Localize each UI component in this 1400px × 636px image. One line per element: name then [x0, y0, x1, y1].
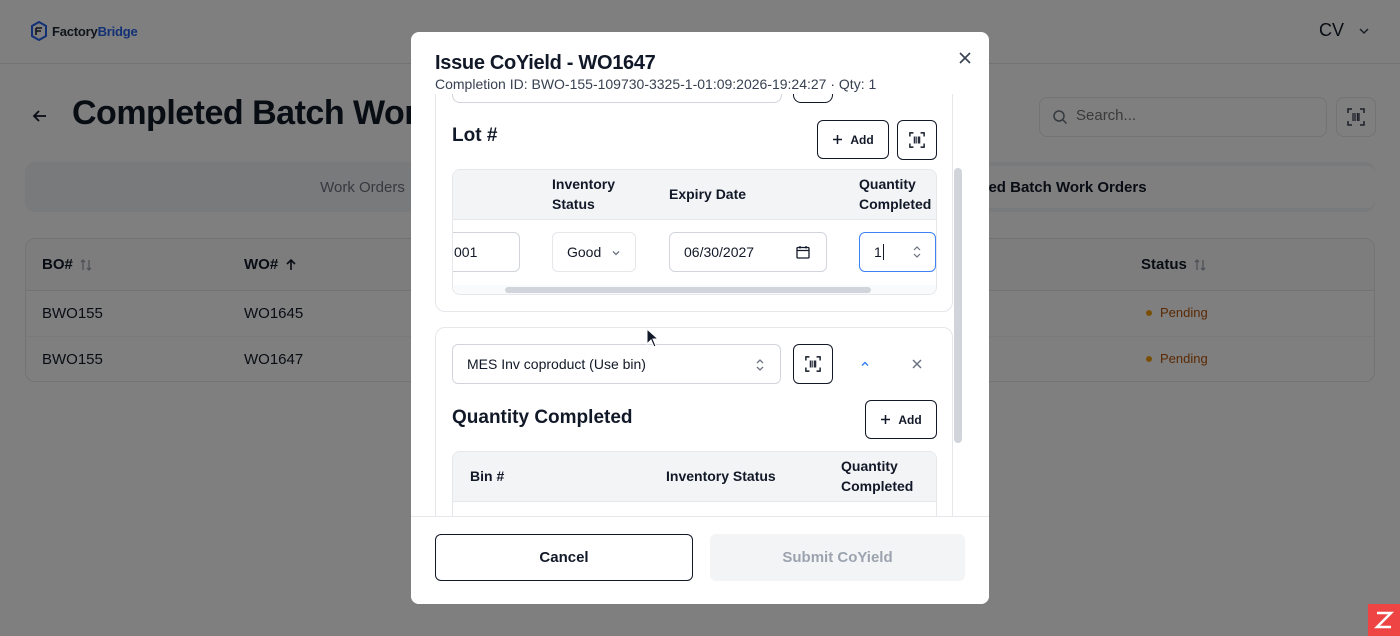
submit-coyield-button[interactable]: Submit CoYield	[710, 534, 965, 581]
brand-icon	[1374, 611, 1394, 629]
barcode-scan-button[interactable]	[793, 94, 833, 103]
move-up-button[interactable]	[855, 354, 875, 374]
coyield-item-card: Lot # Add Inventory Status Expiry Date Qu…	[435, 94, 953, 312]
lot-table: Inventory Status Expiry Date Quantity Comp…	[452, 169, 937, 295]
add-lot-button[interactable]: Add	[817, 120, 889, 159]
coproduct-select[interactable]: MES Inv coproduct (Use bin)	[452, 344, 781, 384]
lot-section-title: Lot #	[452, 125, 498, 146]
header-quantity-completed: Quantity Completed	[859, 176, 932, 212]
quantity-completed-title: Quantity Completed	[452, 407, 633, 428]
header-quantity-completed: Quantity Completed	[841, 458, 914, 494]
text-cursor	[882, 244, 884, 260]
barcode-scan-icon	[909, 132, 925, 148]
dialog-title: Issue CoYield - WO1647	[435, 52, 656, 74]
header-bin: Bin #	[470, 468, 505, 484]
coproduct-barcode-scan-button[interactable]	[793, 344, 833, 384]
corner-badge[interactable]	[1368, 604, 1400, 636]
mouse-cursor-icon	[646, 328, 660, 348]
dialog-subtitle: Completion ID: BWO-155-109730-3325-1-01:…	[435, 76, 877, 92]
chevron-down-icon	[612, 251, 620, 256]
vertical-scrollbar-thumb[interactable]	[954, 168, 962, 443]
dialog-footer: Cancel Submit CoYield	[411, 516, 989, 604]
close-icon	[912, 359, 922, 369]
chevron-up-down-icon	[756, 359, 764, 371]
bin-table: Bin # Inventory Status Quantity Completed	[452, 451, 937, 516]
calendar-icon	[796, 246, 810, 259]
coyield-item-card: MES Inv coproduct (Use bin) Quantity Com…	[435, 327, 953, 516]
lot-number-input[interactable]: 001	[453, 232, 520, 272]
plus-icon	[833, 135, 843, 144]
lot-row: 001 Good 06/30/2027 1	[453, 220, 936, 286]
close-icon	[959, 52, 971, 64]
remove-item-button[interactable]	[907, 354, 927, 374]
chevron-up-icon	[861, 361, 869, 367]
plus-icon	[881, 415, 891, 424]
add-bin-button[interactable]: Add	[865, 400, 937, 439]
lot-barcode-scan-button[interactable]	[897, 120, 937, 160]
header-inventory-status: Inventory Status	[552, 176, 616, 212]
item-select-field[interactable]	[452, 94, 782, 103]
header-inventory-status: Inventory Status	[666, 468, 776, 484]
bin-table-header: Bin # Inventory Status Quantity Completed	[453, 452, 936, 502]
close-button[interactable]	[955, 48, 975, 68]
lot-table-header: Inventory Status Expiry Date Quantity Comp…	[453, 170, 936, 220]
header-expiry-date: Expiry Date	[669, 186, 747, 202]
cancel-button[interactable]: Cancel	[435, 534, 693, 581]
expiry-date-input[interactable]: 06/30/2027	[669, 232, 827, 272]
issue-coyield-dialog: Issue CoYield - WO1647 Completion ID: BW…	[411, 32, 989, 604]
stepper-arrows-icon[interactable]	[913, 244, 921, 260]
quantity-input[interactable]: 1	[859, 232, 936, 272]
dialog-body[interactable]: Lot # Add Inventory Status Expiry Date Qu…	[411, 94, 989, 516]
horizontal-scrollbar-thumb[interactable]	[505, 287, 871, 293]
inventory-status-select[interactable]: Good	[552, 232, 636, 272]
barcode-scan-icon	[805, 356, 821, 372]
